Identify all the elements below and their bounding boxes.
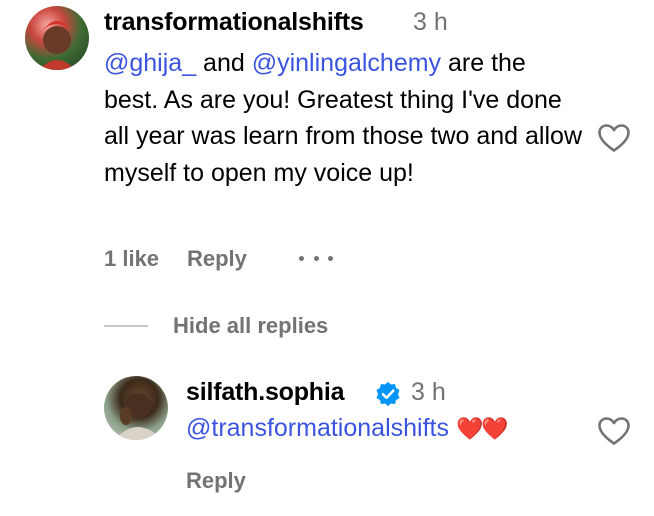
dot [313,255,319,261]
reply-timestamp[interactable]: 3 h [411,378,446,407]
dot [328,255,333,261]
mention-link[interactable]: @ghija_ [104,49,196,77]
avatar[interactable] [104,376,168,440]
reply-button[interactable]: Reply [186,468,246,494]
heart-emoji: ❤️❤️ [455,416,509,441]
like-heart-icon[interactable] [597,416,631,446]
comment-text-part: and [196,49,252,77]
mention-link[interactable]: @transformationalshifts [186,414,449,442]
dot [299,255,304,261]
comment-username[interactable]: transformationalshifts [104,8,364,37]
verified-badge-icon [376,382,400,406]
reply-username[interactable]: silfath.sophia [186,378,345,407]
comment-text: @ghija_ and @yinlingalchemy are the best… [104,45,584,191]
like-heart-icon[interactable] [597,123,631,153]
reply-text: @transformationalshifts ❤️❤️ [186,410,509,447]
avatar-image [39,21,75,70]
replies-divider [104,325,148,327]
avatar[interactable] [25,6,89,70]
avatar-image [114,393,162,440]
reply-button[interactable]: Reply [187,246,247,272]
more-options-icon[interactable] [299,246,333,270]
comment-timestamp[interactable]: 3 h [413,8,448,37]
hide-replies-button[interactable]: Hide all replies [173,313,328,339]
mention-link[interactable]: @yinlingalchemy [252,49,441,77]
likes-count[interactable]: 1 like [104,246,159,272]
